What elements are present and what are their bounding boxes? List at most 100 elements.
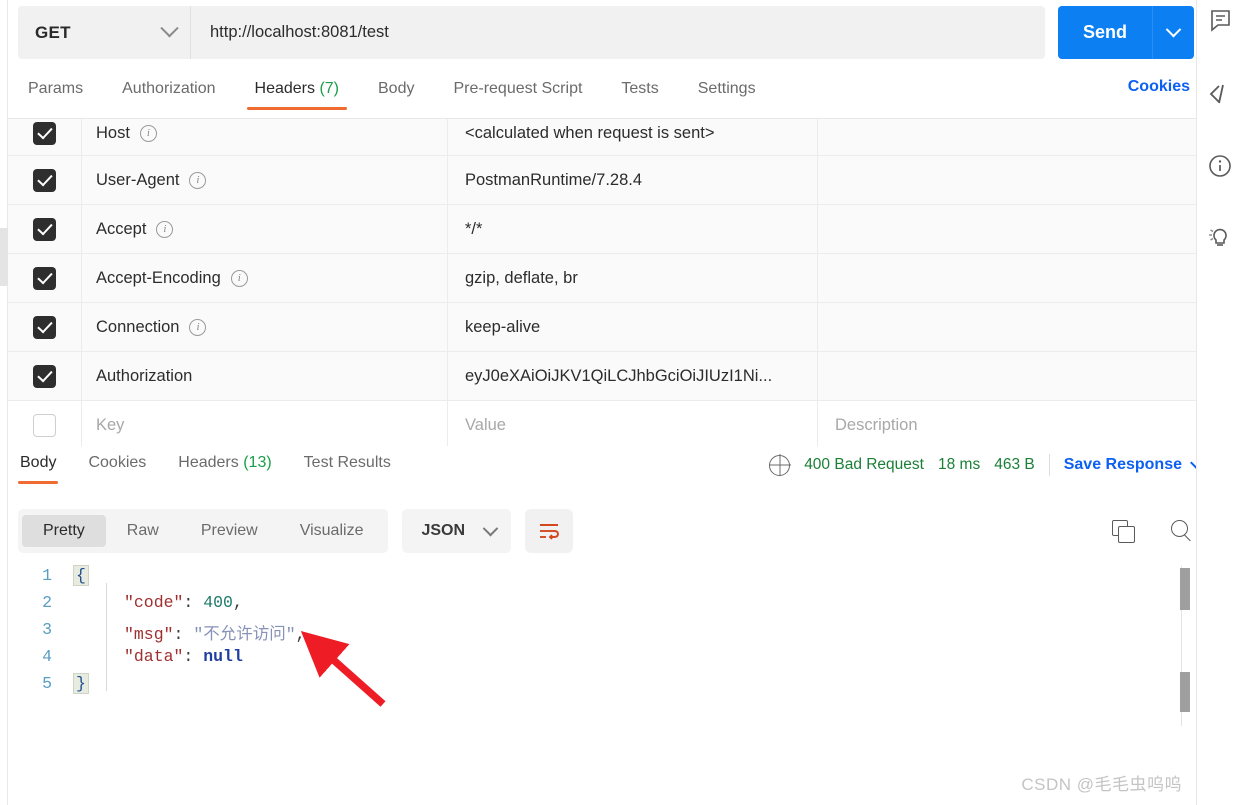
header-description-cell[interactable] (818, 156, 1200, 204)
header-value-cell[interactable]: */* (448, 205, 818, 253)
tab-label: Authorization (122, 80, 216, 97)
comment-icon[interactable] (1206, 6, 1236, 36)
url-input[interactable]: http://localhost:8081/test (190, 6, 1045, 59)
header-value-cell[interactable]: eyJ0eXAiOiJKV1QiLCJhbGciOiJIUzI1Ni... (448, 352, 818, 400)
url-value: http://localhost:8081/test (210, 23, 389, 41)
header-key-cell[interactable]: Accept-Encoding i (82, 254, 448, 302)
response-tab-cookies[interactable]: Cookies (86, 452, 148, 484)
request-tab-headers[interactable]: Headers (7) (245, 78, 349, 110)
watermark: CSDN @毛毛虫呜呜 (1021, 775, 1182, 794)
word-wrap-button[interactable] (525, 509, 574, 553)
tab-label: Cookies (88, 454, 147, 471)
header-key-cell[interactable]: User-Agent i (82, 156, 448, 204)
response-tab-bar: Body Cookies Headers (13) Test Results 400 … (18, 452, 1205, 492)
header-value-cell[interactable]: PostmanRuntime/7.28.4 (448, 156, 818, 204)
response-tab-body[interactable]: Body (18, 452, 59, 484)
fold-toggle[interactable]: { (73, 565, 89, 586)
header-checkbox[interactable] (33, 413, 56, 437)
header-value-cell[interactable]: Value (448, 401, 818, 446)
copy-icon[interactable] (1112, 520, 1135, 543)
header-checkbox[interactable] (33, 217, 56, 241)
header-key-cell[interactable]: Authorization (82, 352, 448, 400)
left-edge-strip (0, 0, 8, 805)
body-format-label: JSON (421, 522, 466, 539)
cookies-link[interactable]: Cookies (1128, 78, 1194, 96)
header-description-cell[interactable] (818, 254, 1200, 302)
body-scrollbar-thumb-top[interactable] (1180, 568, 1190, 610)
globe-icon (769, 454, 791, 476)
header-key-cell[interactable]: Key (82, 401, 448, 446)
token-punc: : (183, 593, 204, 612)
search-icon[interactable] (1170, 519, 1194, 543)
header-value-cell[interactable]: gzip, deflate, br (448, 254, 818, 302)
info-icon[interactable]: i (189, 171, 207, 189)
header-checkbox[interactable] (33, 121, 56, 145)
tab-label: Settings (697, 80, 756, 97)
header-description-cell[interactable] (818, 119, 1200, 155)
view-mode-pretty[interactable]: Pretty (22, 515, 106, 547)
header-description-cell[interactable] (818, 352, 1200, 400)
body-format-selector[interactable]: JSON (402, 509, 512, 553)
response-body-json[interactable]: 1{2 "code": 400, 3 "msg": "不允许访问", 4 "data": … (18, 565, 1182, 746)
token-key: "msg" (124, 625, 174, 644)
header-checkbox[interactable] (33, 266, 56, 290)
http-method-selector[interactable]: GET (18, 6, 190, 59)
info-icon[interactable] (1206, 152, 1236, 182)
header-checkbox[interactable] (33, 315, 56, 339)
postman-window: GET http://localhost:8081/test Send Para… (0, 0, 1240, 805)
request-tab-body[interactable]: Body (368, 78, 424, 110)
view-mode-preview[interactable]: Preview (180, 515, 279, 547)
header-value-cell[interactable]: keep-alive (448, 303, 818, 351)
info-icon[interactable]: i (189, 318, 207, 336)
header-description-cell[interactable] (818, 303, 1200, 351)
request-tab-settings[interactable]: Settings (688, 78, 766, 110)
tab-count: (7) (315, 80, 339, 97)
header-enabled-cell (8, 254, 82, 302)
header-key-cell[interactable]: Connection i (82, 303, 448, 351)
header-row[interactable]: Accept i */* (8, 205, 1200, 254)
info-icon[interactable]: i (230, 269, 248, 287)
header-row[interactable]: Accept-Encoding i gzip, deflate, br (8, 254, 1200, 303)
fold-toggle[interactable]: } (73, 673, 89, 694)
send-button[interactable]: Send (1057, 6, 1152, 59)
code-icon[interactable] (1206, 80, 1236, 110)
send-group: Send (1057, 6, 1194, 59)
request-tab-authorization[interactable]: Authorization (112, 78, 225, 110)
view-mode-raw[interactable]: Raw (106, 515, 180, 547)
header-value-cell[interactable]: <calculated when request is sent> (448, 119, 818, 155)
tab-label: Test Results (303, 454, 391, 471)
request-tab-tests[interactable]: Tests (611, 78, 668, 110)
response-tab-test-results[interactable]: Test Results (302, 452, 393, 484)
header-key-cell[interactable]: Host i (82, 119, 448, 155)
headers-table: Host i <calculated when request is sent> Us… (8, 118, 1200, 446)
header-description-cell[interactable]: Description (818, 401, 1200, 446)
line-number: 5 (42, 674, 52, 693)
save-response-button[interactable]: Save Response (1064, 456, 1182, 474)
body-scrollbar-thumb-bottom[interactable] (1180, 672, 1190, 712)
send-options-button[interactable] (1152, 6, 1194, 59)
header-row[interactable]: Connection i keep-alive (8, 303, 1200, 352)
header-row[interactable]: User-Agent i PostmanRuntime/7.28.4 (8, 156, 1200, 205)
right-icon-rail (1196, 0, 1240, 805)
header-row[interactable]: Authorization eyJ0eXAiOiJKV1QiLCJhbGciOiJ… (8, 352, 1200, 401)
header-key-cell[interactable]: Accept i (82, 205, 448, 253)
header-checkbox[interactable] (33, 168, 56, 192)
header-row-new[interactable]: Key Value Description (8, 401, 1200, 446)
header-key-text: User-Agent (96, 170, 180, 189)
request-tab-params[interactable]: Params (18, 78, 93, 110)
header-value-text: <calculated when request is sent> (465, 123, 715, 142)
info-icon[interactable]: i (156, 220, 174, 238)
response-tab-headers[interactable]: Headers (13) (176, 452, 273, 484)
request-tab-bar: Params Authorization Headers (7) Body Pre-re… (18, 78, 1194, 118)
request-tab-pre-request-script[interactable]: Pre-request Script (443, 78, 592, 110)
info-icon[interactable]: i (139, 124, 157, 142)
header-row[interactable]: Host i <calculated when request is sent> (8, 119, 1200, 156)
header-description-cell[interactable] (818, 205, 1200, 253)
code-line: 3 "msg": "不允许访问", (18, 620, 1182, 647)
header-checkbox[interactable] (33, 364, 56, 388)
view-mode-visualize[interactable]: Visualize (279, 515, 385, 547)
token-str: "不允许访问" (193, 625, 296, 644)
header-key-text: Accept-Encoding (96, 268, 221, 287)
bulb-icon[interactable] (1206, 222, 1236, 252)
tab-label: Params (28, 80, 84, 97)
